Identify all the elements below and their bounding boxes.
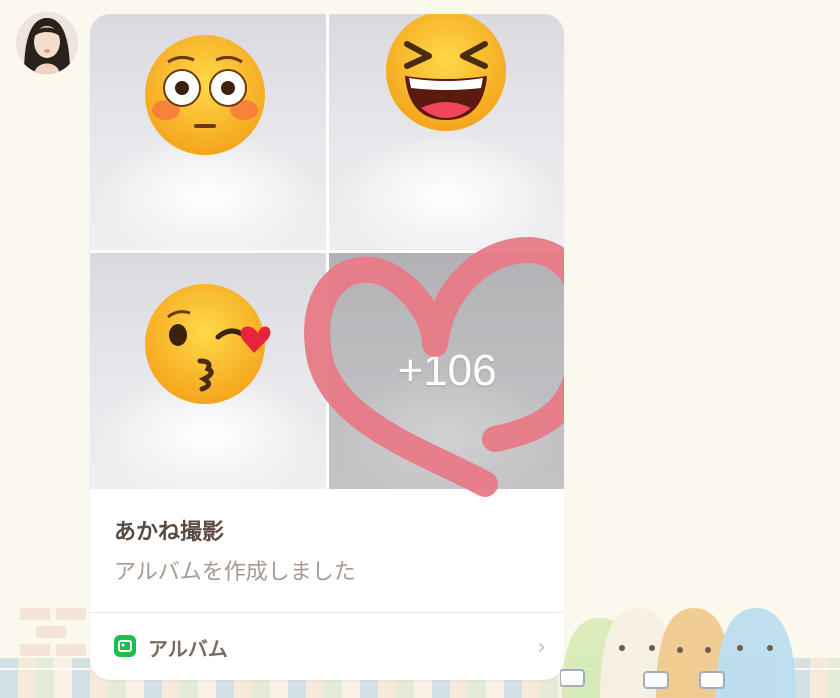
album-subtitle: アルバムを作成しました bbox=[114, 560, 356, 585]
avatar-image bbox=[16, 12, 78, 74]
album-link-label: アルバム bbox=[148, 637, 228, 661]
album-title: あかね撮影 bbox=[114, 520, 225, 545]
wallpaper-characters bbox=[560, 608, 796, 698]
open-album-link[interactable]: アルバム › bbox=[90, 613, 564, 680]
album-photo-grid: +106 bbox=[90, 14, 564, 490]
album-photo-more[interactable]: +106 bbox=[329, 253, 564, 489]
album-photo-2[interactable] bbox=[329, 14, 564, 250]
album-info: あかね撮影 アルバムを作成しました bbox=[90, 490, 564, 620]
album-app-icon bbox=[114, 635, 136, 657]
sender-avatar[interactable] bbox=[16, 12, 78, 74]
wallpaper-bricks bbox=[20, 608, 90, 668]
album-photo-1[interactable] bbox=[90, 14, 326, 250]
flushed-face-emoji bbox=[145, 35, 265, 155]
remaining-photos-count: +106 bbox=[397, 346, 497, 395]
chevron-right-icon: › bbox=[537, 635, 546, 660]
album-photo-3[interactable] bbox=[90, 253, 326, 489]
face-blowing-kiss-emoji bbox=[145, 284, 271, 404]
album-message-card[interactable]: +106 あかね撮影 アルバムを作成しました アルバム › bbox=[90, 14, 564, 680]
grinning-squinting-face-emoji bbox=[386, 14, 506, 131]
